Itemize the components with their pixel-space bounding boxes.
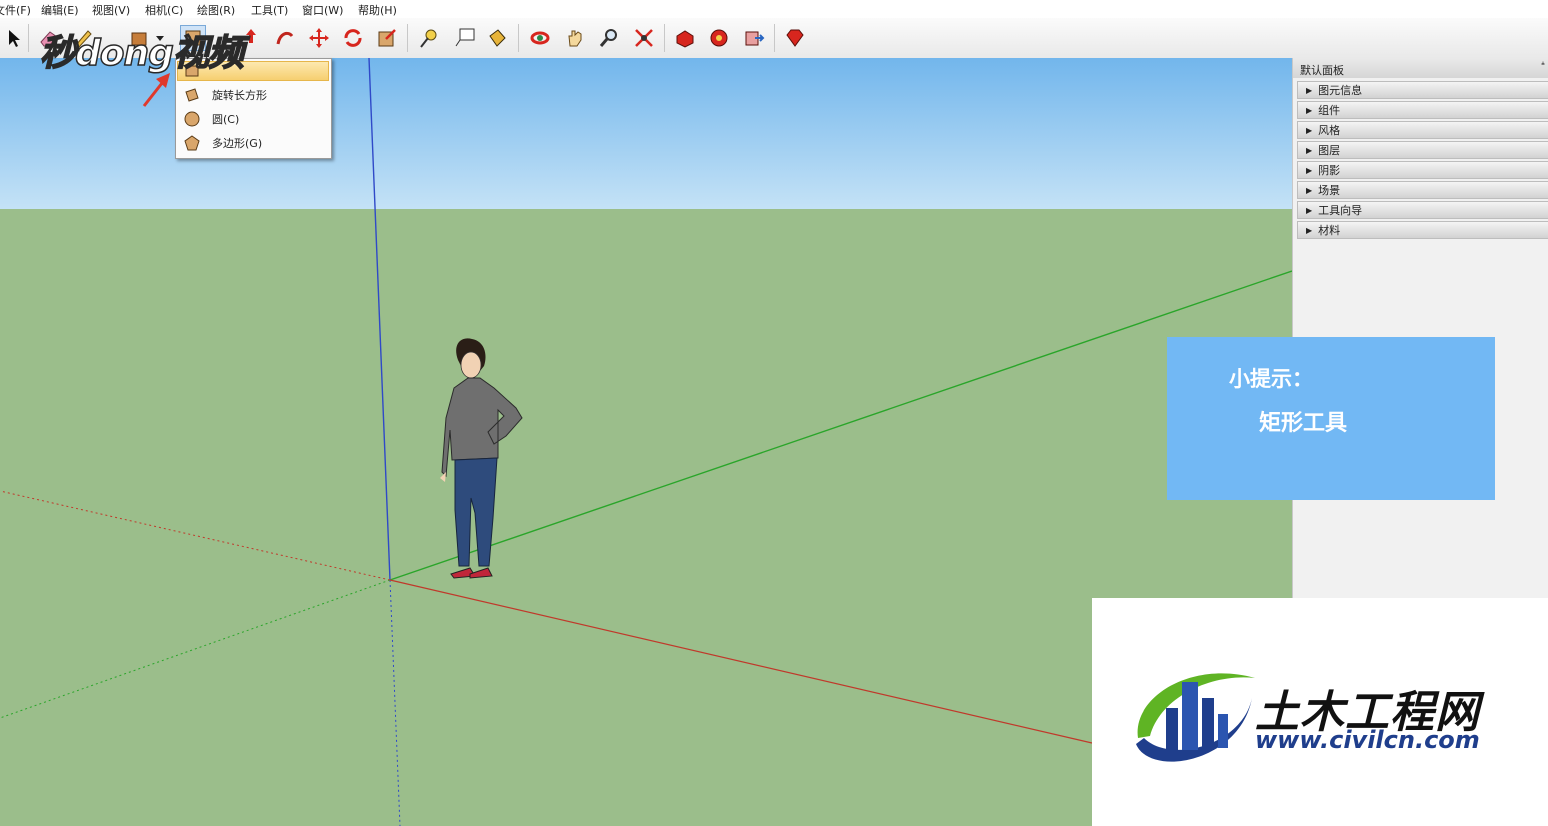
rotate-icon[interactable]: [340, 25, 366, 51]
ruby-icon[interactable]: [782, 25, 808, 51]
zoom-icon[interactable]: [596, 25, 622, 51]
toolbar-separator: [28, 24, 29, 52]
panel-item-layers[interactable]: ▶ 图层: [1297, 141, 1548, 159]
circle-icon: [184, 111, 200, 127]
civilcn-logo-icon: [1136, 673, 1255, 762]
toolbar-separator: [774, 24, 775, 52]
extension-warehouse-icon[interactable]: [706, 25, 732, 51]
toolbar-separator: [407, 24, 408, 52]
expand-triangle-icon: ▶: [1306, 225, 1313, 235]
dropdown-item-label: 旋转长方形: [212, 89, 267, 102]
expand-triangle-icon: ▶: [1306, 105, 1313, 115]
dropdown-item-circle[interactable]: 圆(C): [176, 107, 331, 131]
panel-item-label: 材料: [1318, 224, 1341, 237]
expand-triangle-icon: ▶: [1306, 185, 1313, 195]
panel-item-label: 场景: [1318, 184, 1341, 197]
panel-item-label: 阴影: [1318, 164, 1341, 177]
pan-icon[interactable]: [562, 25, 588, 51]
pin-icon[interactable]: ᗮ: [1541, 61, 1545, 72]
panel-header: 默认面板 ᗮ: [1293, 58, 1548, 78]
tip-box: 小提示： 矩形工具: [1167, 337, 1495, 500]
logo-url: www.civilcn.com: [1255, 726, 1480, 754]
panel-item-components[interactable]: ▶ 组件: [1297, 101, 1548, 119]
polygon-icon: [184, 135, 200, 151]
toolbar-separator: [518, 24, 519, 52]
rotated-rectangle-icon: [184, 87, 200, 103]
move-icon[interactable]: [306, 25, 332, 51]
panel-item-label: 风格: [1318, 124, 1341, 137]
zoom-extents-icon[interactable]: [631, 25, 657, 51]
blue-axis: [368, 58, 391, 581]
menu-window[interactable]: 窗口(W): [302, 2, 343, 18]
expand-triangle-icon: ▶: [1306, 205, 1313, 215]
video-watermark: 秒dong视频: [39, 32, 244, 75]
orbit-icon[interactable]: [527, 25, 553, 51]
red-axis: [389, 579, 1093, 744]
pointer-arrow-icon: [142, 73, 170, 107]
panel-item-label: 图层: [1318, 144, 1341, 157]
menu-draw[interactable]: 绘图(R): [197, 2, 235, 18]
panel-item-materials[interactable]: ▶ 材料: [1297, 221, 1548, 239]
blue-axis-negative: [389, 579, 401, 826]
menu-camera[interactable]: 相机(C): [145, 2, 183, 18]
panel-item-scenes[interactable]: ▶ 场景: [1297, 181, 1548, 199]
panel-item-instructor[interactable]: ▶ 工具向导: [1297, 201, 1548, 219]
warehouse-icon[interactable]: [672, 25, 698, 51]
dropdown-item-polygon[interactable]: 多边形(G): [176, 131, 331, 155]
person-figure[interactable]: [440, 338, 523, 579]
panel-item-entity-info[interactable]: ▶ 图元信息: [1297, 81, 1548, 99]
red-axis-negative: [0, 490, 391, 581]
menu-bar: 文件(F) 编辑(E) 视图(V) 相机(C) 绘图(R) 工具(T) 窗口(W…: [0, 0, 1548, 19]
menu-tools[interactable]: 工具(T): [251, 2, 288, 18]
text-label-icon[interactable]: [452, 25, 478, 51]
expand-triangle-icon: ▶: [1306, 145, 1313, 155]
panel-title: 默认面板: [1300, 64, 1344, 77]
menu-file[interactable]: 文件(F): [0, 2, 31, 18]
follow-me-icon[interactable]: [272, 25, 298, 51]
dropdown-item-rotated-rectangle[interactable]: 旋转长方形: [176, 83, 331, 107]
select-arrow-icon[interactable]: [0, 25, 26, 51]
menu-edit[interactable]: 编辑(E): [41, 2, 79, 18]
green-axis: [389, 270, 1292, 581]
menu-view[interactable]: 视图(V): [92, 2, 130, 18]
expand-triangle-icon: ▶: [1306, 165, 1313, 175]
expand-triangle-icon: ▶: [1306, 85, 1313, 95]
menu-help[interactable]: 帮助(H): [358, 2, 397, 18]
tip-heading: 小提示：: [1229, 367, 1313, 391]
panel-item-label: 图元信息: [1318, 84, 1363, 97]
panel-item-label: 工具向导: [1318, 204, 1363, 217]
dropdown-item-label: 圆(C): [212, 113, 240, 126]
paint-bucket-icon[interactable]: [484, 25, 510, 51]
site-logo-box: 土木工程网 www.civilcn.com: [1092, 598, 1548, 826]
scale-icon[interactable]: [374, 25, 400, 51]
tip-body: 矩形工具: [1259, 411, 1348, 436]
panel-item-shadows[interactable]: ▶ 阴影: [1297, 161, 1548, 179]
panel-item-styles[interactable]: ▶ 风格: [1297, 121, 1548, 139]
dropdown-item-label: 多边形(G): [212, 137, 263, 150]
share-model-icon[interactable]: [741, 25, 767, 51]
panel-item-label: 组件: [1318, 104, 1341, 117]
toolbar-separator: [664, 24, 665, 52]
green-axis-negative: [0, 579, 391, 719]
default-tray-panel: 默认面板 ᗮ ▶ 图元信息 ▶ 组件 ▶ 风格 ▶ 图层 ▶ 阴影 ▶ 场景 ▶ 工具向导 ▶…: [1292, 58, 1548, 598]
expand-triangle-icon: ▶: [1306, 125, 1313, 135]
tape-measure-icon[interactable]: [416, 25, 442, 51]
